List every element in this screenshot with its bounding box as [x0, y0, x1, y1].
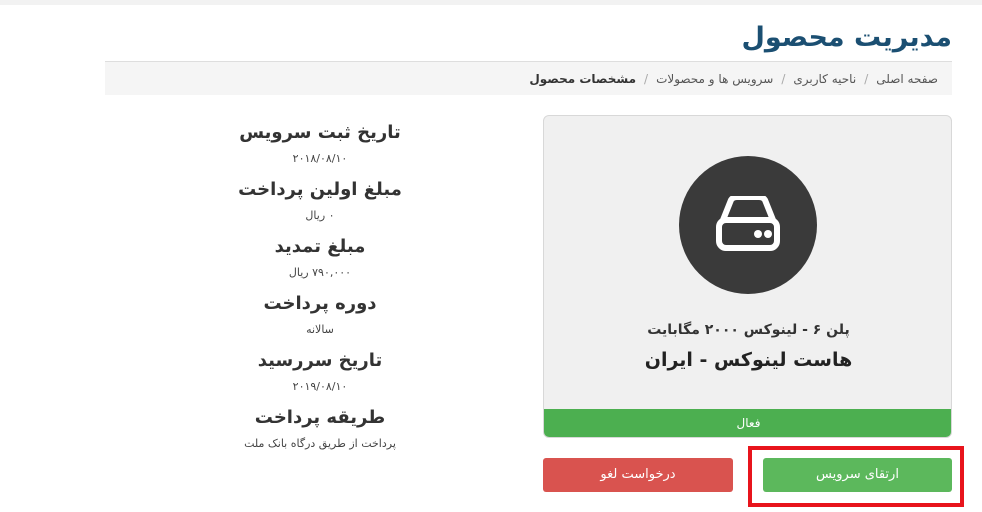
billing-cycle-value: سالانه [306, 323, 334, 336]
product-icon-circle [679, 156, 817, 294]
due-date-value: ۲۰۱۹/۰۸/۱۰ [292, 380, 348, 393]
registration-date-value: ۲۰۱۸/۰۸/۱۰ [292, 152, 348, 165]
registration-date-label: تاریخ ثبت سرویس [239, 122, 401, 143]
billing-cycle-label: دوره پرداخت [263, 293, 377, 314]
due-date-label: تاریخ سررسید [257, 350, 383, 371]
page-title: مدیریت محصول [741, 22, 952, 53]
breadcrumb-separator: / [781, 71, 786, 86]
breadcrumb: صفحه اصلی / ناحیه کاربری / سرویس ها و مح… [105, 61, 952, 95]
payment-method-label: طریقه پرداخت [254, 407, 386, 428]
breadcrumb-client-area[interactable]: ناحیه کاربری [793, 72, 856, 86]
first-payment-label: مبلغ اولین پرداخت [238, 179, 402, 200]
breadcrumb-separator: / [644, 71, 649, 86]
product-plan: پلن ۶ - لینوکس ۲۰۰۰ مگابایت [647, 322, 850, 338]
status-badge: فعال [544, 409, 951, 437]
payment-method-value: پرداخت از طریق درگاه بانک ملت [244, 437, 396, 450]
first-payment-value: ۰ ریال [305, 209, 335, 222]
server-drive-icon [716, 196, 780, 251]
breadcrumb-separator: / [864, 71, 869, 86]
renewal-amount-value: ۷۹۰,۰۰۰ ریال [288, 266, 352, 279]
product-name: هاست لینوکس - ایران [644, 349, 853, 371]
breadcrumb-home[interactable]: صفحه اصلی [876, 72, 938, 86]
breadcrumb-services[interactable]: سرویس ها و محصولات [656, 72, 773, 86]
breadcrumb-current: مشخصات محصول [529, 71, 637, 86]
renewal-amount-label: مبلغ تمدید [274, 236, 366, 257]
product-card: پلن ۶ - لینوکس ۲۰۰۰ مگابایت هاست لینوکس … [543, 115, 952, 438]
cancel-request-button[interactable]: درخواست لغو [543, 458, 733, 492]
upgrade-service-button[interactable]: ارتقای سرویس [763, 458, 952, 492]
top-strip [0, 0, 982, 5]
service-details: تاریخ ثبت سرویس ۲۰۱۸/۰۸/۱۰ مبلغ اولین پر… [190, 118, 450, 460]
